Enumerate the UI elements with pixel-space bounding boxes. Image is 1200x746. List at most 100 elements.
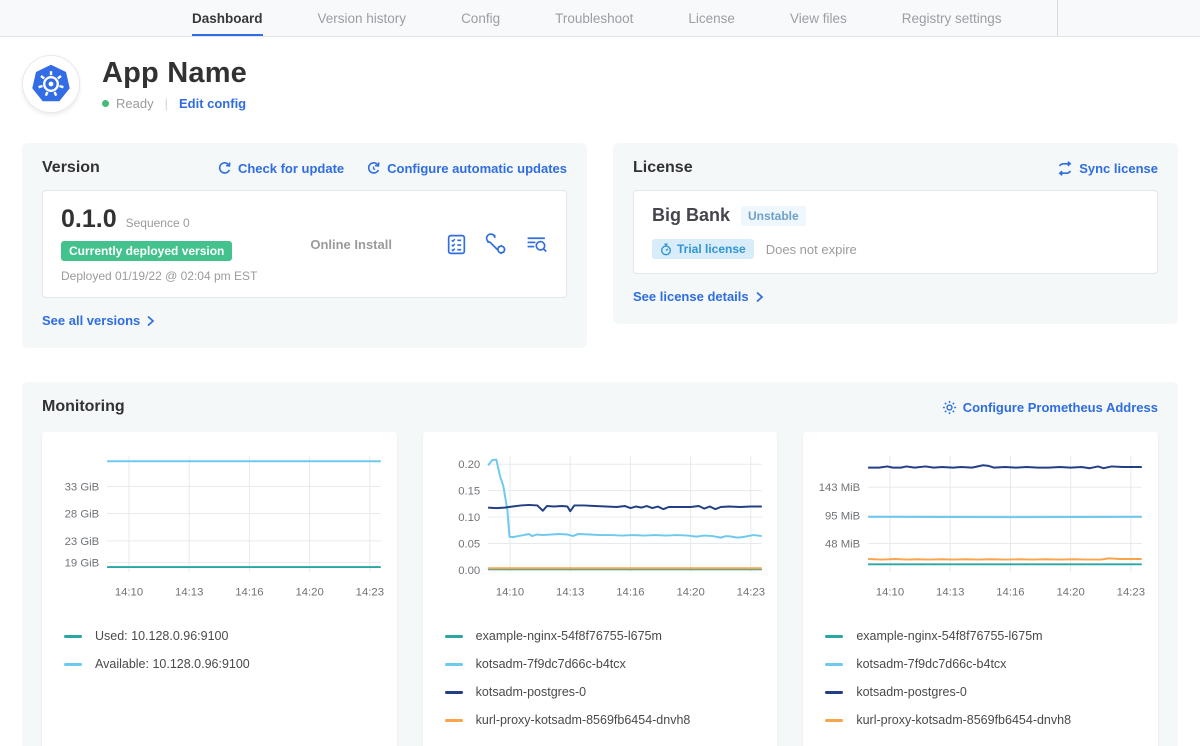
deployed-timestamp: Deployed 01/19/22 @ 02:04 pm EST xyxy=(61,269,257,283)
legend-item: example-nginx-54f8f76755-l675m xyxy=(825,629,1150,643)
svg-text:0.00: 0.00 xyxy=(458,565,480,577)
monitoring-section: Monitoring xyxy=(22,382,1178,746)
nav-divider xyxy=(1057,0,1058,36)
license-info-row: Big Bank Unstable Trial l xyxy=(633,190,1158,274)
nav-tabs: Dashboard Version history Config Troublesho… xyxy=(192,0,1057,36)
version-card-title: Version xyxy=(42,159,100,177)
chart-card-memory-usage: 14:1014:1314:1614:2014:2348 MiB95 MiB143… xyxy=(803,432,1158,746)
configure-automatic-updates-button[interactable]: Configure automatic updates xyxy=(366,161,567,176)
sync-license-button[interactable]: Sync license xyxy=(1057,161,1158,176)
deploy-logs-icon[interactable] xyxy=(525,233,548,256)
svg-text:14:20: 14:20 xyxy=(295,587,323,599)
svg-text:23 GiB: 23 GiB xyxy=(65,536,100,548)
legend-label: example-nginx-54f8f76755-l675m xyxy=(476,629,662,643)
legend-label: kotsadm-postgres-0 xyxy=(856,685,966,699)
chart-title: CPU Usage xyxy=(431,741,770,746)
sync-license-label: Sync license xyxy=(1079,161,1158,176)
chart-card-disk-usage: 14:1014:1314:1614:2014:2319 GiB23 GiB28 … xyxy=(42,432,397,746)
app-header: App Name Ready | Edit config xyxy=(22,55,1178,113)
svg-text:14:16: 14:16 xyxy=(997,587,1025,599)
chart-legend: Used: 10.128.0.96:9100Available: 10.128.… xyxy=(64,615,389,685)
svg-text:33 GiB: 33 GiB xyxy=(65,481,100,493)
tab-dashboard[interactable]: Dashboard xyxy=(192,0,263,36)
legend-item: example-nginx-54f8f76755-l675m xyxy=(445,629,770,643)
tab-troubleshoot[interactable]: Troubleshoot xyxy=(555,0,633,36)
legend-label: kotsadm-postgres-0 xyxy=(476,685,586,699)
svg-text:14:13: 14:13 xyxy=(175,587,203,599)
svg-text:143 MiB: 143 MiB xyxy=(819,482,861,494)
current-version-row: 0.1.0 Sequence 0 Currently deployed vers… xyxy=(42,190,567,298)
status-dot-icon xyxy=(102,100,109,107)
svg-text:48 MiB: 48 MiB xyxy=(825,538,860,550)
configure-prometheus-label: Configure Prometheus Address xyxy=(963,400,1158,415)
legend-item: Available: 10.128.0.96:9100 xyxy=(64,657,389,671)
see-license-details-label: See license details xyxy=(633,289,749,304)
legend-label: Available: 10.128.0.96:9100 xyxy=(95,657,250,671)
svg-text:14:23: 14:23 xyxy=(736,587,764,599)
check-for-update-label: Check for update xyxy=(238,161,344,176)
license-card: License Sync license Big Bank xyxy=(613,143,1178,324)
top-navigation: Dashboard Version history Config Troublesho… xyxy=(0,0,1200,37)
legend-label: kurl-proxy-kotsadm-8569fb6454-dnvh8 xyxy=(476,713,691,727)
divider: | xyxy=(165,96,168,111)
kubernetes-icon xyxy=(31,64,71,104)
tab-view-files[interactable]: View files xyxy=(790,0,847,36)
legend-item: kotsadm-postgres-0 xyxy=(825,685,1150,699)
tab-registry-settings[interactable]: Registry settings xyxy=(902,0,1002,36)
status-text: Ready xyxy=(116,96,154,111)
tab-version-history[interactable]: Version history xyxy=(318,0,407,36)
gear-icon xyxy=(942,400,957,415)
legend-dash-icon xyxy=(64,635,82,638)
svg-text:14:10: 14:10 xyxy=(496,587,524,599)
see-license-details-link[interactable]: See license details xyxy=(633,289,764,304)
legend-dash-icon xyxy=(445,663,463,666)
license-name: Big Bank xyxy=(652,205,730,226)
legend-dash-icon xyxy=(445,691,463,694)
chart-legend: example-nginx-54f8f76755-l675m kotsadm-7f… xyxy=(825,615,1150,741)
sync-arrows-icon xyxy=(1057,161,1073,176)
svg-text:95 MiB: 95 MiB xyxy=(825,511,860,523)
legend-label: example-nginx-54f8f76755-l675m xyxy=(856,629,1042,643)
trial-license-label: Trial license xyxy=(677,242,746,256)
configure-prometheus-button[interactable]: Configure Prometheus Address xyxy=(942,400,1158,415)
legend-label: kotsadm-7f9dc7d66c-b4tcx xyxy=(856,657,1006,671)
install-type-label: Online Install xyxy=(310,237,392,252)
tab-license[interactable]: License xyxy=(688,0,735,36)
legend-dash-icon xyxy=(825,691,843,694)
svg-text:14:16: 14:16 xyxy=(235,587,263,599)
chart-card-cpu-usage: 14:1014:1314:1614:2014:230.000.050.100.1… xyxy=(423,432,778,746)
svg-text:0.15: 0.15 xyxy=(458,486,480,498)
svg-text:14:10: 14:10 xyxy=(115,587,143,599)
version-card: Version Check for update xyxy=(22,143,587,348)
page-title: App Name xyxy=(102,57,247,90)
legend-item: kurl-proxy-kotsadm-8569fb6454-dnvh8 xyxy=(825,713,1150,727)
monitoring-title: Monitoring xyxy=(42,398,125,416)
chart-plot: 14:1014:1314:1614:2014:230.000.050.100.1… xyxy=(431,444,770,607)
app-icon xyxy=(22,55,80,113)
svg-text:0.20: 0.20 xyxy=(458,459,480,471)
svg-text:14:20: 14:20 xyxy=(1057,587,1085,599)
see-all-versions-label: See all versions xyxy=(42,313,140,328)
config-wrench-icon[interactable] xyxy=(485,233,508,256)
svg-text:14:13: 14:13 xyxy=(556,587,584,599)
license-card-title: License xyxy=(633,159,693,177)
tab-config[interactable]: Config xyxy=(461,0,500,36)
see-all-versions-link[interactable]: See all versions xyxy=(42,313,155,328)
legend-dash-icon xyxy=(825,635,843,638)
svg-text:14:16: 14:16 xyxy=(616,587,644,599)
sequence-label: Sequence 0 xyxy=(126,216,190,230)
check-for-update-button[interactable]: Check for update xyxy=(217,161,344,176)
chevron-right-icon xyxy=(146,315,155,327)
legend-dash-icon xyxy=(445,719,463,722)
edit-config-link[interactable]: Edit config xyxy=(179,96,246,111)
preflight-checks-icon[interactable] xyxy=(445,233,468,256)
chart-plot: 14:1014:1314:1614:2014:2319 GiB23 GiB28 … xyxy=(50,444,389,607)
legend-dash-icon xyxy=(825,663,843,666)
chart-title: Disk Usage xyxy=(50,741,389,746)
legend-item: kotsadm-postgres-0 xyxy=(445,685,770,699)
trial-license-badge: Trial license xyxy=(652,239,754,259)
legend-item: kotsadm-7f9dc7d66c-b4tcx xyxy=(445,657,770,671)
version-number: 0.1.0 xyxy=(61,205,117,234)
svg-text:28 GiB: 28 GiB xyxy=(65,509,100,521)
svg-text:14:23: 14:23 xyxy=(356,587,384,599)
